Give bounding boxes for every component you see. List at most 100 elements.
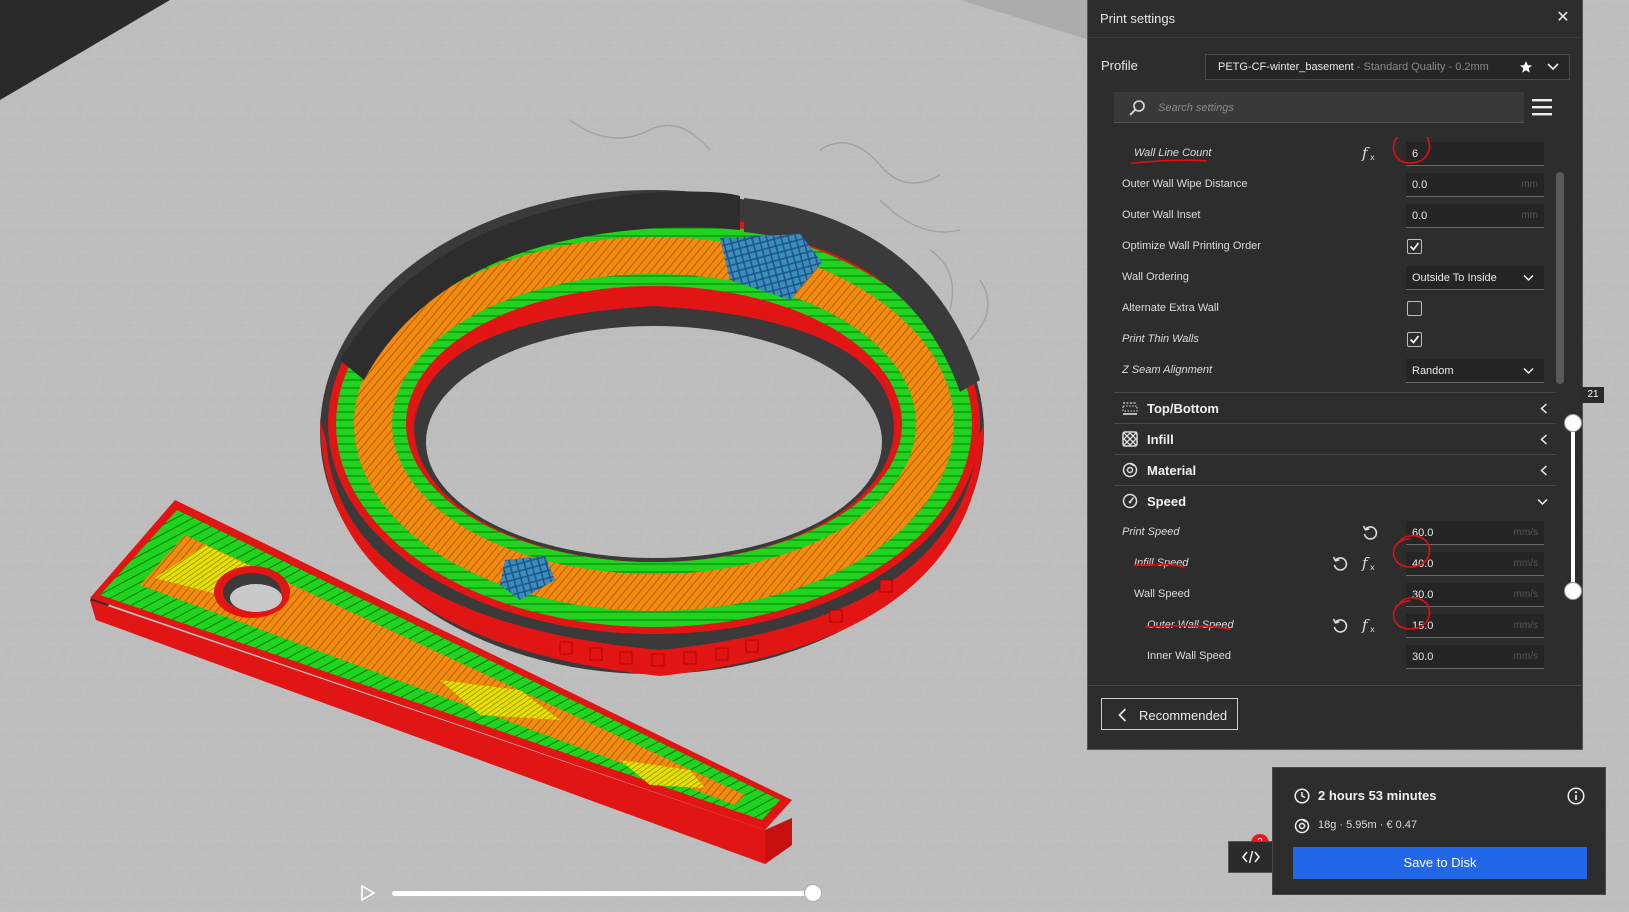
profile-label: Profile: [1101, 58, 1138, 73]
chevron-down-icon: [1523, 274, 1534, 282]
wall-speed-value: 30.0: [1412, 589, 1434, 601]
infill-speed-label: Infill Speed: [1134, 557, 1189, 569]
optimize-wall-order-label: Optimize Wall Printing Order: [1122, 240, 1261, 252]
print-speed-value: 60.0: [1412, 527, 1434, 539]
outer-wall-inset-field[interactable]: 0.0 mm: [1406, 204, 1544, 228]
alternate-extra-wall-label: Alternate Extra Wall: [1122, 302, 1219, 314]
wall-line-count-field[interactable]: 6: [1406, 142, 1544, 166]
wall-speed-label: Wall Speed: [1134, 588, 1190, 600]
z-seam-alignment-value: Random: [1412, 365, 1454, 377]
panel-title: Print settings: [1100, 11, 1176, 26]
print-speed-label: Print Speed: [1122, 526, 1180, 538]
layer-progress-handle[interactable]: [804, 884, 822, 902]
category-infill[interactable]: Infill: [1114, 423, 1556, 454]
setting-z-seam-alignment: Z Seam Alignment Random: [1088, 354, 1558, 386]
inner-wall-speed-label: Inner Wall Speed: [1147, 650, 1231, 662]
search-box: [1114, 92, 1524, 123]
wall-line-count-label: Wall Line Count: [1134, 147, 1212, 159]
infill-speed-field[interactable]: 40.0 mm/s: [1406, 552, 1544, 576]
print-thin-walls-label: Print Thin Walls: [1122, 333, 1199, 345]
setting-wall-speed: Wall Speed 30.0 mm/s: [1088, 578, 1558, 610]
infill-speed-value: 40.0: [1412, 558, 1434, 570]
chevron-down-icon[interactable]: [1547, 62, 1559, 72]
speed-label: Speed: [1147, 494, 1187, 509]
function-icon[interactable]: fx: [1360, 143, 1378, 163]
setting-infill-speed: Infill Speed fx 40.0 mm/s: [1088, 547, 1558, 579]
category-speed[interactable]: Speed: [1114, 485, 1556, 516]
recommended-label: Recommended: [1139, 708, 1228, 723]
profile-select[interactable]: PETG-CF-winter_basement - Standard Quali…: [1205, 54, 1570, 80]
z-seam-alignment-label: Z Seam Alignment: [1122, 364, 1213, 376]
function-icon[interactable]: fx: [1360, 615, 1378, 635]
wall-line-count-value: 6: [1412, 148, 1419, 160]
search-input[interactable]: [1158, 92, 1514, 123]
reset-icon[interactable]: [1361, 523, 1379, 541]
setting-outer-wall-speed: Outer Wall Speed fx 15.0 mm/s: [1088, 609, 1558, 641]
outer-wall-wipe-label: Outer Wall Wipe Distance: [1122, 178, 1248, 190]
menu-icon[interactable]: [1531, 97, 1553, 117]
layer-slider-bottom-handle[interactable]: [1564, 582, 1582, 600]
category-top-bottom[interactable]: Top/Bottom: [1114, 392, 1556, 423]
scrollbar-thumb[interactable]: [1556, 172, 1564, 384]
z-seam-alignment-dropdown[interactable]: Random: [1406, 359, 1544, 383]
layer-slider-top-handle[interactable]: [1564, 414, 1582, 432]
top-bottom-label: Top/Bottom: [1147, 401, 1219, 416]
save-to-disk-button[interactable]: Save to Disk: [1293, 847, 1587, 879]
gcode-button[interactable]: [1228, 841, 1273, 873]
settings-list: Wall Line Count fx 6 Outer Wall Wipe Dis…: [1088, 137, 1584, 685]
setting-alternate-extra-wall: Alternate Extra Wall: [1088, 292, 1558, 324]
wall-speed-field[interactable]: 30.0 mm/s: [1406, 583, 1544, 607]
print-thin-walls-checkbox[interactable]: [1407, 332, 1422, 347]
material-label: Material: [1147, 463, 1197, 478]
svg-text:f: f: [1361, 616, 1370, 634]
wall-ordering-label: Wall Ordering: [1122, 271, 1189, 283]
svg-text:f: f: [1361, 554, 1370, 572]
speedometer-icon: [1122, 493, 1138, 509]
layer-slider-track[interactable]: [1571, 420, 1575, 590]
wall-speed-unit: mm/s: [1513, 589, 1538, 600]
play-icon[interactable]: [360, 884, 376, 902]
outer-wall-wipe-unit: mm: [1521, 179, 1538, 190]
chevron-down-icon: [1537, 498, 1548, 506]
print-speed-field[interactable]: 60.0 mm/s: [1406, 521, 1544, 545]
infill-speed-unit: mm/s: [1513, 558, 1538, 569]
close-button[interactable]: ✕: [1554, 9, 1572, 27]
check-icon: [1409, 242, 1420, 251]
setting-outer-wall-inset: Outer Wall Inset 0.0 mm: [1088, 199, 1558, 231]
function-icon[interactable]: fx: [1360, 553, 1378, 573]
wall-ordering-value: Outside To Inside: [1412, 272, 1497, 284]
inner-wall-speed-value: 30.0: [1412, 651, 1434, 663]
check-icon: [1409, 335, 1420, 344]
chevron-left-icon: [1118, 708, 1127, 722]
optimize-wall-order-checkbox[interactable]: [1407, 239, 1422, 254]
infill-label: Infill: [1147, 432, 1174, 447]
chevron-left-icon: [1540, 465, 1548, 476]
reset-icon[interactable]: [1331, 554, 1349, 572]
inner-wall-speed-unit: mm/s: [1513, 651, 1538, 662]
panel-header: Print settings ✕: [1088, 0, 1582, 38]
alternate-extra-wall-checkbox[interactable]: [1407, 301, 1422, 316]
recommended-button[interactable]: Recommended: [1101, 698, 1238, 730]
star-icon[interactable]: [1519, 60, 1533, 74]
print-settings-panel: Print settings ✕ Profile PETG-CF-winter_…: [1087, 0, 1583, 750]
outer-wall-wipe-field[interactable]: 0.0 mm: [1406, 173, 1544, 197]
outer-wall-speed-field[interactable]: 15.0 mm/s: [1406, 614, 1544, 638]
layer-progress-track[interactable]: [392, 891, 812, 896]
material-spool-icon: [1294, 818, 1310, 834]
outer-wall-wipe-value: 0.0: [1412, 179, 1428, 191]
inner-wall-speed-field[interactable]: 30.0 mm/s: [1406, 645, 1544, 669]
svg-text:x: x: [1370, 625, 1375, 634]
print-speed-unit: mm/s: [1513, 527, 1538, 538]
print-time: 2 hours 53 minutes: [1318, 788, 1437, 803]
print-info-card: 2 hours 53 minutes 18g · 5.95m · € 0.47 …: [1272, 767, 1606, 895]
info-icon[interactable]: [1567, 787, 1585, 805]
reset-icon[interactable]: [1331, 616, 1349, 634]
setting-print-speed: Print Speed 60.0 mm/s: [1088, 516, 1558, 548]
category-material[interactable]: Material: [1114, 454, 1556, 485]
chevron-left-icon: [1540, 403, 1548, 414]
profile-name: PETG-CF-winter_basement: [1218, 61, 1354, 73]
material-spool-icon: [1122, 462, 1138, 478]
wall-ordering-dropdown[interactable]: Outside To Inside: [1406, 266, 1544, 290]
outer-wall-inset-value: 0.0: [1412, 210, 1428, 222]
setting-wall-line-count: Wall Line Count fx 6: [1088, 137, 1558, 169]
